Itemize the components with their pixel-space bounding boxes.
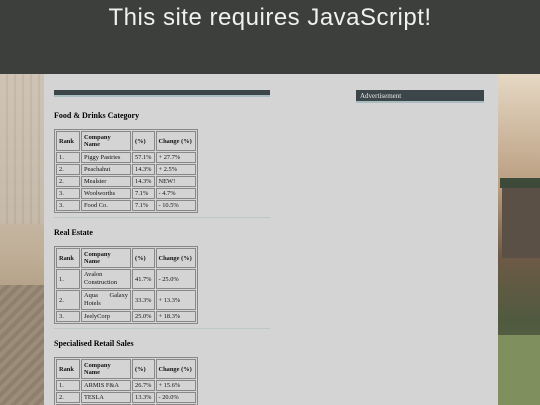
change-cell: + 13.3% [155, 290, 196, 310]
company-name-cell: TESLA [81, 392, 131, 403]
rank-cell: 2. [56, 392, 80, 403]
table-row: 2. Mealster 14.3% NEW! [56, 176, 196, 187]
table-header-row: Rank Company Name (%) Change (%) [56, 248, 196, 268]
percent-cell: 26.7% [132, 380, 155, 391]
change-cell: + 15.6% [155, 380, 196, 391]
percent-cell: 7.1% [132, 188, 155, 199]
company-name-cell: ARMIS F&A [81, 380, 131, 391]
header-bar [54, 90, 270, 97]
rank-cell: 1. [56, 152, 80, 163]
category-section: Specialised Retail Sales Rank Company Name… [54, 339, 270, 405]
rank-cell: 2. [56, 290, 80, 310]
change-cell: + 2.5% [155, 164, 196, 175]
percent-cell: 57.1% [132, 152, 155, 163]
company-name-cell: Peachahut [81, 164, 131, 175]
category-section: Food & Drinks Category Rank Company Name (%… [54, 111, 270, 218]
change-cell: + 18.3% [155, 311, 196, 322]
background-ground [0, 285, 44, 405]
company-name-cell: Avalon Construction [81, 269, 131, 289]
rank-cell: 1. [56, 269, 80, 289]
percent-cell: 25.0% [132, 311, 155, 322]
category-title: Real Estate [54, 228, 93, 237]
company-name-cell: Woolworths [81, 188, 131, 199]
table-row: 3. Woolworths 7.1% - 4.7% [56, 188, 196, 199]
table-row: 2. Aqua Galaxy Hotels 33.3% + 13.3% [56, 290, 196, 310]
page-content: Food & Drinks Category Rank Company Name (%… [44, 74, 498, 405]
section-divider [54, 328, 270, 329]
column-header: Company Name [81, 248, 131, 268]
background-building [0, 74, 44, 224]
main-column: Food & Drinks Category Rank Company Name (%… [54, 90, 270, 405]
company-name-cell: JeelyCorp [81, 311, 131, 322]
table-row: 1. Piggy Pastries 57.1% + 27.7% [56, 152, 196, 163]
rank-cell: 1. [56, 380, 80, 391]
column-header: Rank [56, 359, 80, 379]
rank-cell: 3. [56, 311, 80, 322]
column-header: (%) [132, 359, 155, 379]
section-divider [54, 217, 270, 218]
column-header: (%) [132, 131, 155, 151]
column-header: Rank [56, 248, 80, 268]
column-header: Rank [56, 131, 80, 151]
column-header: Change (%) [155, 131, 196, 151]
banner-message: This site requires JavaScript! [108, 4, 432, 31]
background-scene-left [0, 74, 44, 405]
advertisement-header: Advertisement [356, 90, 484, 103]
percent-cell: 14.3% [132, 164, 155, 175]
rank-cell: 3. [56, 188, 80, 199]
change-cell: - 20.0% [155, 392, 196, 403]
background-awning [500, 178, 540, 188]
category-list: Food & Drinks Category Rank Company Name (%… [54, 111, 270, 405]
table-header-row: Rank Company Name (%) Change (%) [56, 359, 196, 379]
change-cell: NEW! [155, 176, 196, 187]
javascript-required-banner: This site requires JavaScript! [0, 0, 540, 74]
company-name-cell: Food Co. [81, 200, 131, 211]
column-header: Company Name [81, 131, 131, 151]
percent-cell: 41.7% [132, 269, 155, 289]
column-header: Company Name [81, 359, 131, 379]
column-header: Change (%) [155, 248, 196, 268]
column-header: Change (%) [155, 359, 196, 379]
company-name-cell: Mealster [81, 176, 131, 187]
table-header-row: Rank Company Name (%) Change (%) [56, 131, 196, 151]
ranking-table: Rank Company Name (%) Change (%) 1. Piggy Pas… [54, 129, 198, 213]
company-name-cell: Piggy Pastries [81, 152, 131, 163]
percent-cell: 13.3% [132, 392, 155, 403]
rank-cell: 3. [56, 200, 80, 211]
change-cell: + 27.7% [155, 152, 196, 163]
rank-cell: 2. [56, 164, 80, 175]
ranking-table: Rank Company Name (%) Change (%) 1. ARMIS F&A… [54, 357, 198, 405]
percent-cell: 33.3% [132, 290, 155, 310]
rank-cell: 2. [56, 176, 80, 187]
company-name-cell: Aqua Galaxy Hotels [81, 290, 131, 310]
table-row: 1. Avalon Construction 41.7% - 25.0% [56, 269, 196, 289]
table-row: 1. ARMIS F&A 26.7% + 15.6% [56, 380, 196, 391]
column-header: (%) [132, 248, 155, 268]
table-row: 3. JeelyCorp 25.0% + 18.3% [56, 311, 196, 322]
background-scene-right [498, 74, 540, 405]
change-cell: - 4.7% [155, 188, 196, 199]
percent-cell: 7.1% [132, 200, 155, 211]
background-shopfront [502, 188, 540, 258]
category-title: Food & Drinks Category [54, 111, 140, 120]
change-cell: - 10.5% [155, 200, 196, 211]
ranking-table: Rank Company Name (%) Change (%) 1. Avalon Co… [54, 246, 198, 324]
table-row: 2. TESLA 13.3% - 20.0% [56, 392, 196, 403]
change-cell: - 25.0% [155, 269, 196, 289]
category-title: Specialised Retail Sales [54, 339, 134, 348]
background-grass [498, 335, 540, 405]
table-row: 2. Peachahut 14.3% + 2.5% [56, 164, 196, 175]
category-section: Real Estate Rank Company Name (%) Change (%)… [54, 228, 270, 329]
percent-cell: 14.3% [132, 176, 155, 187]
table-row: 3. Food Co. 7.1% - 10.5% [56, 200, 196, 211]
